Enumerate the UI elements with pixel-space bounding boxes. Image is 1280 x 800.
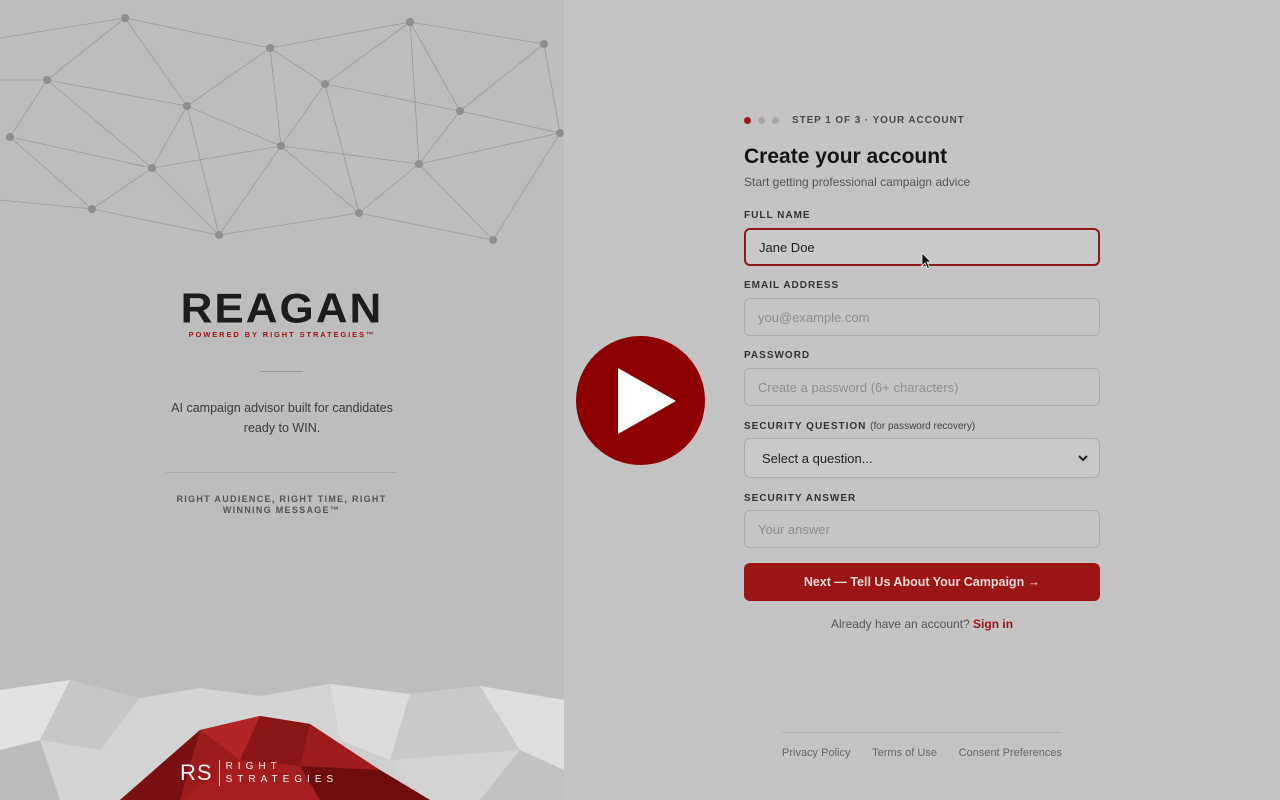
step-indicator: STEP 1 OF 3 · YOUR ACCOUNT [744,115,965,126]
signin-link[interactable]: Sign in [973,617,1013,631]
consent-preferences-link[interactable]: Consent Preferences [959,747,1062,759]
signin-prompt: Already have an account? [830,617,970,631]
page-subtitle: Start getting professional campaign advi… [744,175,971,189]
password-label: PASSWORD [744,350,811,361]
password-input[interactable] [744,368,1100,406]
play-icon [617,367,676,434]
step-text: STEP 1 OF 3 · YOUR ACCOUNT [792,115,965,126]
play-button[interactable] [576,336,705,465]
divider [166,472,397,473]
step-dot-active [744,117,751,124]
privacy-policy-link[interactable]: Privacy Policy [782,747,850,759]
security-answer-label: SECURITY ANSWER [744,493,857,504]
chevron-down-icon [1078,455,1088,462]
page-title: Create your account [744,145,948,168]
email-input[interactable] [744,298,1100,336]
network-graphic [0,14,564,244]
brand-panel: REAGAN POWERED BY RIGHT STRATEGIES™ AI c… [0,0,564,800]
next-button[interactable]: Next — Tell Us About Your Campaign → [744,563,1100,601]
footer-divider [782,732,1062,733]
footer-links: Privacy Policy Terms of Use Consent Pref… [782,747,1062,759]
security-question-label: SECURITY QUESTION (for password recovery… [744,421,976,432]
motto: RIGHT AUDIENCE, RIGHT TIME, RIGHT WINNIN… [176,494,387,515]
terms-of-use-link[interactable]: Terms of Use [872,747,937,759]
security-question-value: Select a question... [762,450,873,466]
tagline: AI campaign advisor built for candidates… [171,401,393,435]
right-strategies-logo: RS RIGHT STRATEGIES [180,760,339,786]
step-dot [758,117,765,124]
security-answer-input[interactable] [744,510,1100,548]
full-name-label: FULL NAME [744,210,811,221]
security-question-select[interactable]: Select a question... [744,438,1100,478]
logo-wordmark: REAGAN [180,285,384,332]
reagan-logo: REAGAN POWERED BY RIGHT STRATEGIES™ [0,284,564,339]
security-question-hint: (for password recovery) [870,421,976,432]
email-label: EMAIL ADDRESS [744,280,840,291]
divider [260,371,303,372]
step-dot [772,117,779,124]
mouse-cursor-icon [921,252,932,270]
signin-row: Already have an account? Sign in [744,617,1100,631]
